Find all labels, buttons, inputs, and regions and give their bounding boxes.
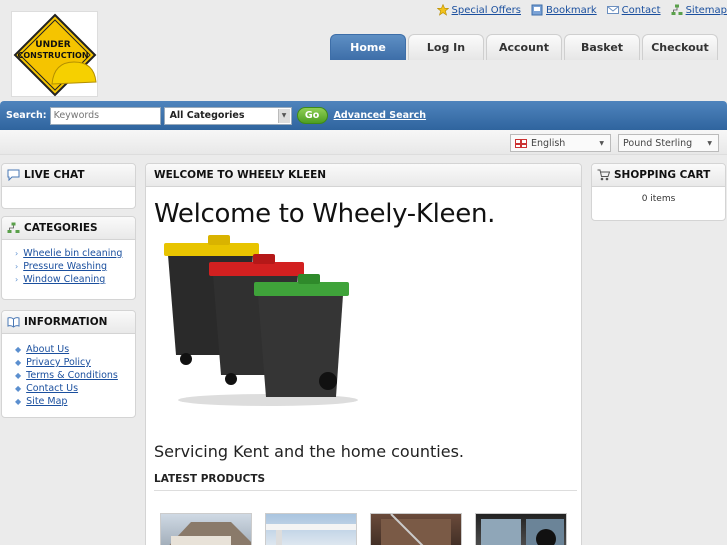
special-offers-label: Special Offers [451,4,521,16]
sitemap-label: Sitemap [685,4,727,16]
bookmark-label: Bookmark [546,4,597,16]
categories-title: CATEGORIES [24,222,98,234]
bullet-icon: ◆ [15,358,22,367]
info-link[interactable]: Site Map [26,396,67,407]
product-thumbnail[interactable] [265,513,357,545]
search-label: Search: [6,110,47,121]
contact-link[interactable]: Contact [606,4,661,16]
servicing-text: Servicing Kent and the home counties. [154,442,464,461]
contact-label: Contact [621,4,661,16]
main-content-box: WELCOME TO WHEELY KLEEN Welcome to Wheel… [145,163,582,545]
tab-log-in[interactable]: Log In [408,34,484,60]
bookmark-icon [531,4,543,16]
categories-list: › Wheelie bin cleaning › Pressure Washing … [2,240,135,286]
information-header: INFORMATION [2,311,135,334]
list-item: ◆ About Us [15,343,135,356]
advanced-search-link[interactable]: Advanced Search [334,110,426,121]
tab-account[interactable]: Account [486,34,562,60]
envelope-icon [606,6,619,14]
divider [154,490,577,491]
star-icon [436,4,449,16]
list-item: › Pressure Washing [15,260,135,273]
bullet-icon: ◆ [15,384,22,393]
search-bar: Search: All Categories ▼ Go Advanced Sea… [0,101,727,130]
main-content-header: WELCOME TO WHEELY KLEEN [146,164,581,187]
live-chat-header: LIVE CHAT [2,164,135,187]
bullet-icon: › [15,262,19,271]
category-link[interactable]: Pressure Washing [23,261,107,272]
language-select[interactable]: English ▼ [510,134,611,152]
category-select[interactable]: All Categories ▼ [163,106,292,125]
category-link[interactable]: Window Cleaning [23,274,105,285]
sitemap-icon [671,4,683,15]
info-link[interactable]: Terms & Conditions [26,370,118,381]
product-thumbnail[interactable] [475,513,567,545]
list-item: › Window Cleaning [15,273,135,286]
currency-value: Pound Sterling [623,137,693,149]
site-logo[interactable]: UNDER CONSTRUCTION [11,11,98,97]
category-link[interactable]: Wheelie bin cleaning [23,248,122,259]
wheelie-bins-image [164,235,358,406]
shopping-cart-box: SHOPPING CART 0 items [591,163,726,221]
category-select-value: All Categories [169,110,245,121]
list-item: ◆ Privacy Policy [15,356,135,369]
info-link[interactable]: Privacy Policy [26,357,91,368]
shopping-cart-title: SHOPPING CART [614,169,711,181]
bullet-icon: › [15,275,19,284]
list-item: ◆ Contact Us [15,382,135,395]
categories-box: CATEGORIES › Wheelie bin cleaning › Pressu… [1,216,136,300]
cart-item-count: 0 items [641,194,676,204]
list-item: › Wheelie bin cleaning [15,247,135,260]
cart-icon [597,169,610,181]
bullet-icon: ◆ [15,397,22,406]
bullet-icon: ◆ [15,371,22,380]
list-item: ◆ Site Map [15,395,135,408]
list-item: ◆ Terms & Conditions [15,369,135,382]
top-links: Special Offers Bookmark Contact Sitemap [436,4,727,16]
product-thumbnail[interactable] [160,513,252,545]
page-title: Welcome to Wheely-Kleen. [154,199,496,229]
latest-products-heading: LATEST PRODUCTS [154,473,266,485]
green-bin [254,274,349,397]
categories-header: CATEGORIES [2,217,135,240]
info-link[interactable]: About Us [26,344,69,355]
bookmark-link[interactable]: Bookmark [531,4,597,16]
chat-bubble-icon [7,169,20,181]
logo-line1: UNDER [35,40,70,50]
product-thumbnail[interactable] [370,513,462,545]
logo-line2: CONSTRUCTION [17,51,88,60]
currency-select[interactable]: Pound Sterling ▼ [618,134,719,152]
information-box: INFORMATION ◆ About Us ◆ Privacy Policy ◆ T… [1,310,136,418]
information-list: ◆ About Us ◆ Privacy Policy ◆ Terms & Condi… [2,334,135,408]
main-nav-tabs: Home Log In Account Basket Checkout [330,34,718,60]
chevron-down-icon: ▼ [707,139,712,147]
search-input[interactable] [49,106,161,125]
bullet-icon: › [15,249,19,258]
tab-basket[interactable]: Basket [564,34,640,60]
tab-home[interactable]: Home [330,34,406,60]
chevron-down-icon: ▼ [599,139,604,147]
tab-checkout[interactable]: Checkout [642,34,718,60]
sitemap-link[interactable]: Sitemap [671,4,727,16]
shopping-cart-header: SHOPPING CART [592,164,725,187]
uk-flag-icon [515,138,527,148]
live-chat-title: LIVE CHAT [24,169,85,181]
main-content-title: WELCOME TO WHEELY KLEEN [154,169,327,181]
info-link[interactable]: Contact Us [26,383,78,394]
chevron-down-icon: ▼ [277,108,290,123]
book-icon [7,317,20,328]
bullet-icon: ◆ [15,345,22,354]
information-title: INFORMATION [24,316,108,328]
live-chat-box: LIVE CHAT [1,163,136,209]
sitemap-icon [7,222,20,233]
special-offers-link[interactable]: Special Offers [436,4,521,16]
language-value: English [531,137,566,149]
go-button[interactable]: Go [296,107,328,124]
